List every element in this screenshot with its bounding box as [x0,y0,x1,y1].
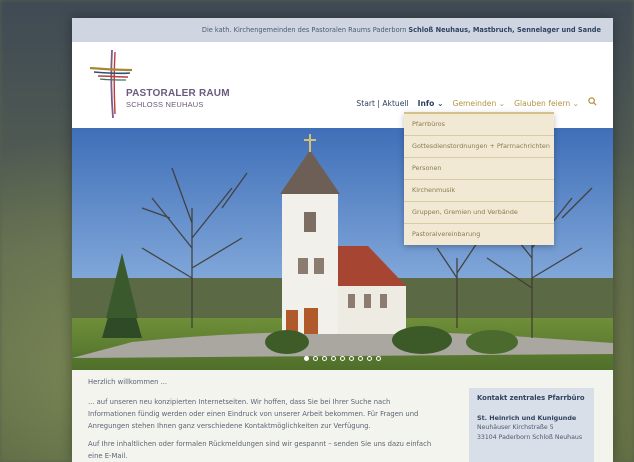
top-info-bar: Die kath. Kirchengemeinden des Pastorale… [72,18,613,42]
dropdown-item-gruppen[interactable]: Gruppen, Gremien und Verbände [404,202,554,224]
chevron-down-icon: ⌄ [498,98,506,108]
slider-dots [72,356,613,361]
slider-dot[interactable] [331,356,336,361]
dropdown-item-pfarrbueros[interactable]: Pfarrbüros [404,114,554,136]
slider-dot[interactable] [313,356,318,361]
welcome-paragraph-1: ... auf unseren neu konzipierten Interne… [88,398,419,430]
welcome-heading: Herzlich willkommen ... [88,378,168,386]
slider-dot[interactable] [349,356,354,361]
logo-subtitle: SCHLOSS NEUHAUS [126,100,204,109]
nav-glauben-feiern[interactable]: Glauben feiern ⌄ [514,99,579,108]
nav-gemeinden[interactable]: Gemeinden ⌄ [452,99,505,108]
topbar-parishes: Schloß Neuhaus, Mastbruch, Sennelager un… [408,26,601,34]
search-icon[interactable] [588,97,597,109]
nav-glauben-label: Glauben feiern [514,98,571,108]
logo-title: PASTORALER RAUM [126,88,230,99]
dropdown-item-kirchenmusik[interactable]: Kirchenmusik [404,180,554,202]
contact-title: Kontakt zentrales Pfarrbüro [477,394,585,402]
nav-gemeinden-label: Gemeinden [452,98,497,108]
cross-logo-icon[interactable] [88,48,134,120]
info-dropdown-menu: Pfarrbüros Gottesdienstordnungen + Pfarr… [404,112,554,245]
contact-parish-name: St. Heinrich und Kunigunde [477,414,577,422]
chevron-down-icon: ⌄ [437,98,444,108]
nav-start[interactable]: Start | Aktuell [356,99,408,108]
slider-dot[interactable] [322,356,327,361]
slider-dot[interactable] [304,356,309,361]
contact-sidebar: Kontakt zentrales Pfarrbüro St. Heinrich… [469,388,594,462]
slider-dot[interactable] [340,356,345,361]
contact-street: Neuhäuser Kirchstraße 5 [477,424,554,431]
nav-info[interactable]: Info ⌄ [418,99,444,108]
topbar-text: Die kath. Kirchengemeinden des Pastorale… [201,26,407,34]
dropdown-item-pastoralvereinbarung[interactable]: Pastoralvereinbarung [404,224,554,245]
welcome-content: Herzlich willkommen ... ... auf unseren … [88,376,433,462]
chevron-down-icon: ⌄ [572,98,579,108]
website-page: Die kath. Kirchengemeinden des Pastorale… [72,18,613,462]
slider-dot[interactable] [367,356,372,361]
contact-city: 33104 Paderborn Schloß Neuhaus [477,434,583,441]
nav-info-label: Info [417,98,435,108]
main-navigation: Start | Aktuell Info ⌄ Gemeinden ⌄ Glaub… [356,97,597,109]
dropdown-item-gottesdienstordnungen[interactable]: Gottesdienstordnungen + Pfarrnachrichten [404,136,554,158]
slider-dot[interactable] [358,356,363,361]
dropdown-item-personen[interactable]: Personen [404,158,554,180]
welcome-paragraph-2: Auf Ihre inhaltlichen oder formalen Rück… [88,440,432,460]
slider-dot[interactable] [376,356,381,361]
